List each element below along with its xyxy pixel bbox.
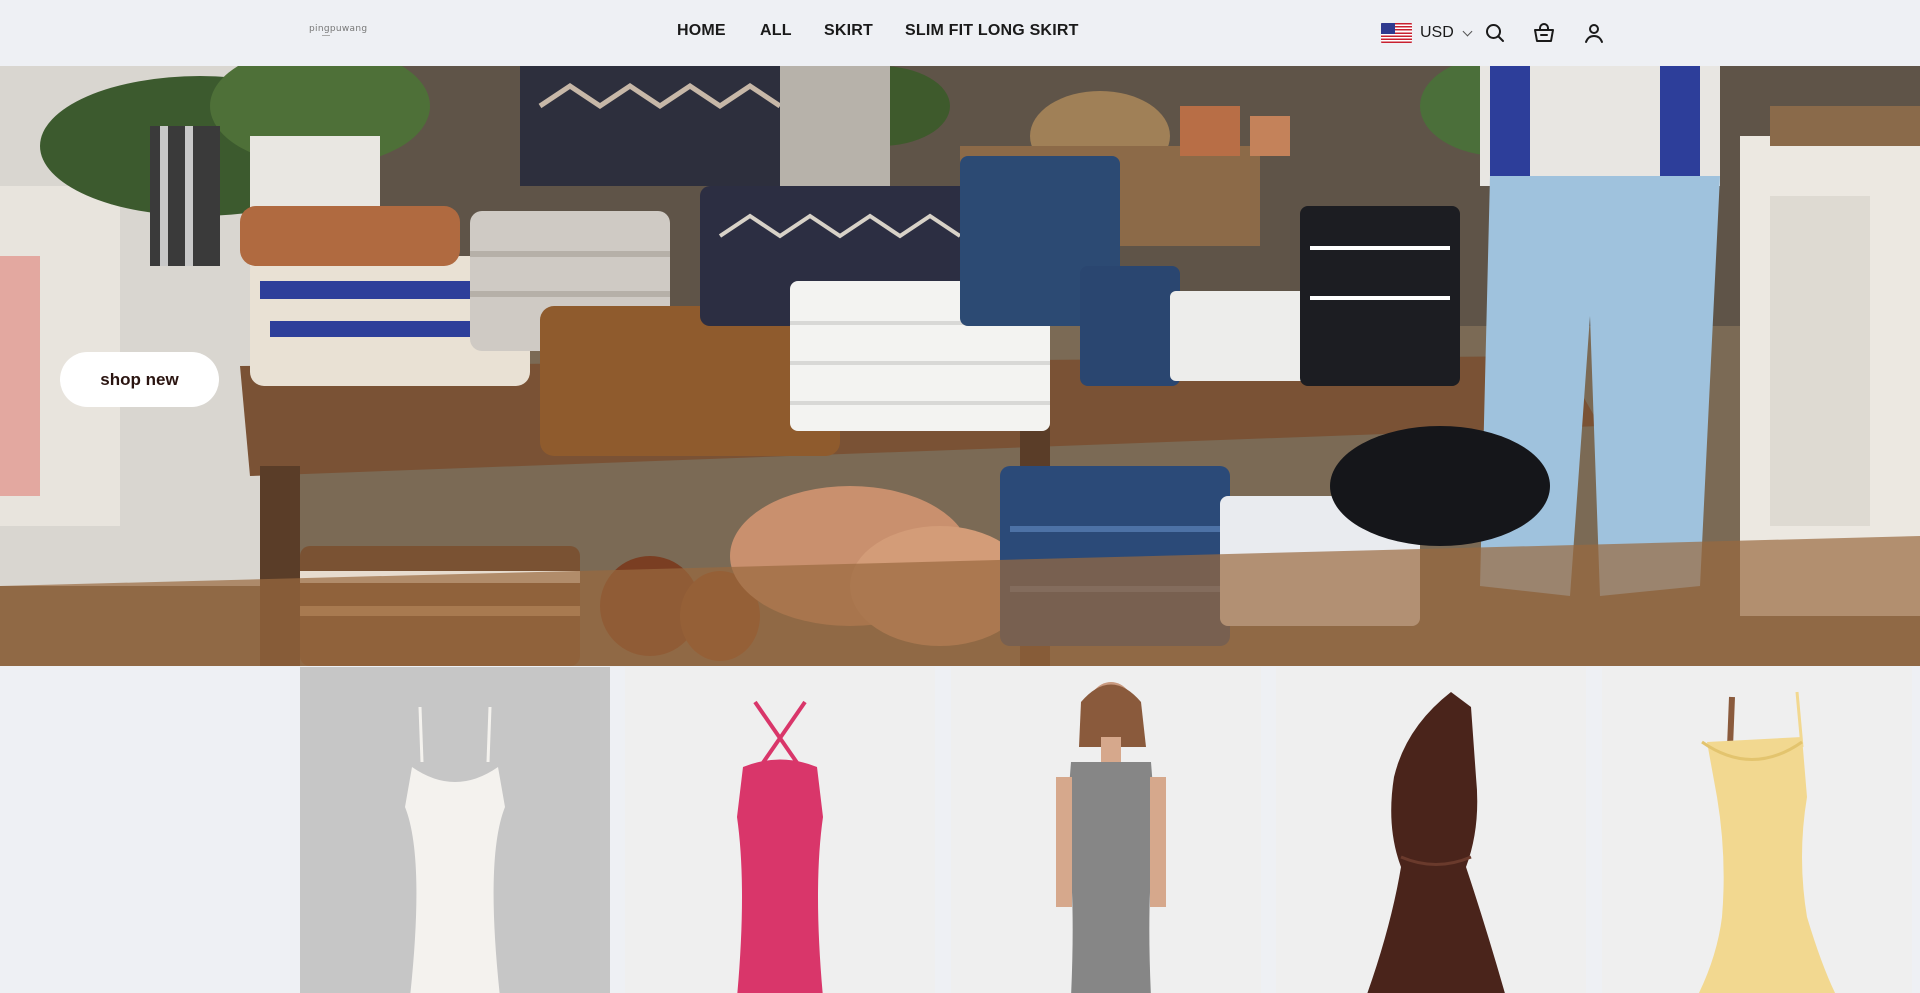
site-header: pingpuwang HOME ALL SKIRT SLIM FIT LONG … — [0, 0, 1920, 66]
nav-item-slim-fit-long-skirt[interactable]: SLIM FIT LONG SKIRT — [905, 22, 1079, 40]
hero-banner: shop new — [0, 66, 1920, 666]
nav-item-home[interactable]: HOME — [677, 22, 726, 40]
nav-item-all[interactable]: ALL — [760, 22, 792, 40]
product-card[interactable] — [625, 667, 935, 993]
currency-code: USD — [1420, 24, 1454, 41]
account-icon[interactable] — [1582, 21, 1606, 45]
brown-one-shoulder-satin-dress-image — [1367, 692, 1505, 993]
yellow-cowl-neck-satin-dress-image — [1698, 691, 1836, 993]
nav-item-skirt[interactable]: SKIRT — [824, 22, 873, 40]
cart-icon[interactable] — [1532, 21, 1556, 45]
currency-selector[interactable]: USD — [1381, 22, 1473, 44]
hero-store-photo — [0, 66, 1920, 666]
search-icon[interactable] — [1483, 21, 1507, 45]
us-flag-icon — [1381, 23, 1412, 43]
product-card[interactable] — [1602, 667, 1912, 993]
chevron-down-icon — [1462, 26, 1473, 36]
main-nav: HOME ALL SKIRT SLIM FIT LONG SKIRT — [0, 22, 1920, 42]
grey-asymmetric-dress-model-image — [1056, 682, 1166, 993]
product-carousel — [0, 666, 1920, 993]
pink-cable-knit-halter-dress-image — [737, 700, 823, 993]
shop-new-button[interactable]: shop new — [60, 352, 219, 407]
white-knit-slip-dress-image — [405, 706, 505, 993]
product-card[interactable] — [300, 667, 610, 993]
product-card[interactable] — [1276, 667, 1586, 993]
product-card[interactable] — [951, 667, 1261, 993]
